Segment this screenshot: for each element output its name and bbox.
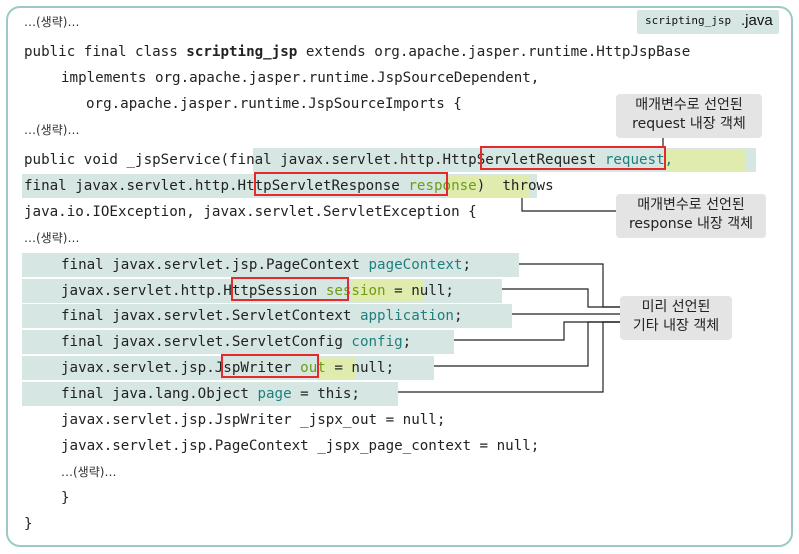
wire-out bbox=[434, 321, 620, 367]
callout-request: 매개변수로 선언된 request 내장 객체 bbox=[616, 94, 762, 138]
wire-config bbox=[454, 321, 620, 341]
wire-session bbox=[502, 288, 620, 308]
callout-response: 매개변수로 선언된 response 내장 객체 bbox=[616, 194, 766, 238]
callout-other-implicit: 미리 선언된 기타 내장 객체 bbox=[620, 296, 732, 340]
wire-page bbox=[398, 321, 620, 393]
wire-pagecontext bbox=[519, 263, 620, 308]
wire-response bbox=[521, 198, 616, 212]
connector-lines bbox=[398, 137, 664, 393]
